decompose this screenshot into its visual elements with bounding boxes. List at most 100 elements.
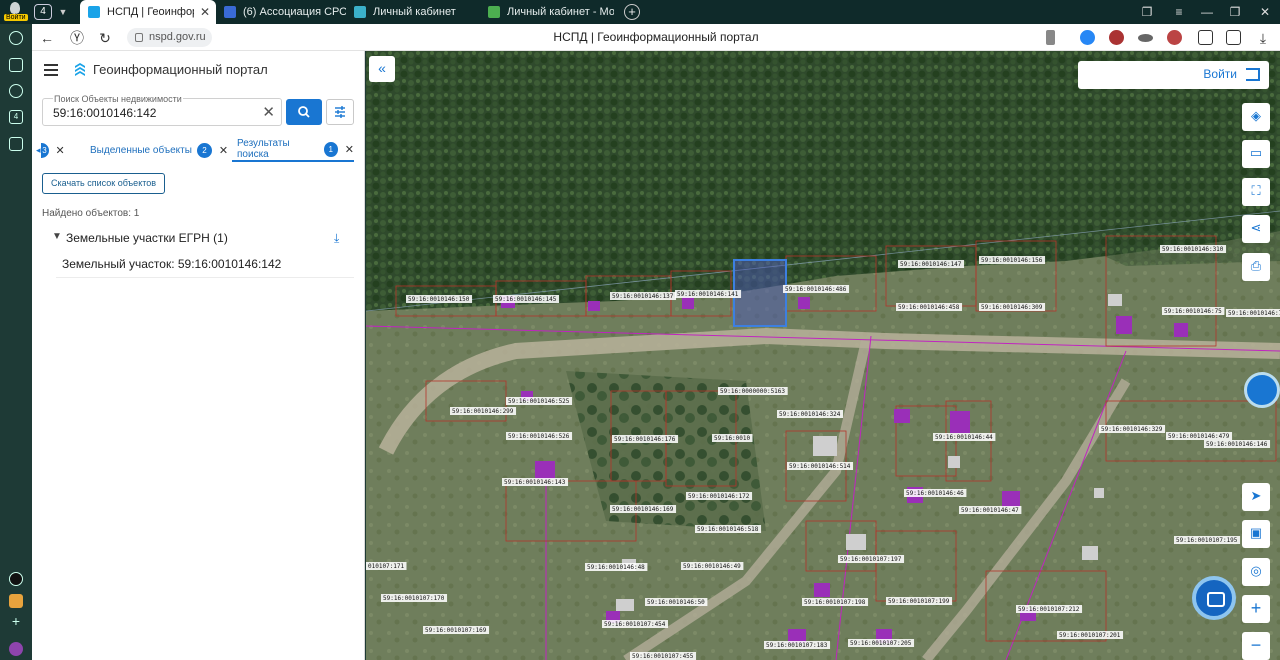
parcel-label[interactable]: 59:16:0010146:143: [504, 479, 566, 486]
tab-search-results[interactable]: Результаты поиска 1 ✕: [232, 138, 354, 162]
downloads-manager-icon[interactable]: [1226, 30, 1241, 45]
extension-icon[interactable]: [1109, 30, 1124, 45]
chevron-down-icon[interactable]: ▼: [52, 231, 62, 242]
parcel-label[interactable]: 59:16:0010146:169: [612, 506, 674, 513]
parcel-label[interactable]: 59:16:0010146:137: [612, 293, 674, 300]
parcel-label[interactable]: 59:16:0010146:329: [1101, 426, 1163, 433]
bookmark-page-icon[interactable]: [1046, 30, 1055, 45]
screenshot-icon[interactable]: [9, 137, 23, 151]
parcel-label[interactable]: 59:16:0010107:197: [840, 556, 902, 563]
parcel-label[interactable]: 59:16:0010146:145: [495, 296, 557, 303]
parcel-label[interactable]: 59:16:0010107:169: [425, 627, 487, 634]
parcel-label[interactable]: 59:16:0010146:146: [1206, 441, 1268, 448]
vk-extension-icon[interactable]: [1080, 30, 1095, 45]
parcel-label[interactable]: 59:16:0010146:150: [408, 296, 470, 303]
play-icon[interactable]: [9, 84, 23, 98]
tab-close-icon[interactable]: ✕: [200, 5, 210, 19]
group-header[interactable]: ▼ Земельные участки ЕГРН (1) ⤓: [52, 231, 352, 247]
parcel-label[interactable]: 59:16:0010146:525: [508, 398, 570, 405]
layers-button[interactable]: ◈: [1242, 103, 1270, 131]
zoom-out-button[interactable]: −: [1242, 632, 1270, 660]
filter-button[interactable]: [326, 99, 354, 125]
extensions-icon[interactable]: [1198, 30, 1213, 45]
download-icon[interactable]: ⤓: [1254, 29, 1272, 47]
collapse-panel-button[interactable]: «: [369, 56, 395, 82]
parcel-label[interactable]: 59:16:0010146:486: [785, 286, 847, 293]
parcel-label[interactable]: 59:16:0010146:172: [688, 493, 750, 500]
tab-previous[interactable]: ◂ 3 ✕: [36, 138, 65, 162]
geolocation-button[interactable]: ◎: [1242, 558, 1270, 586]
parcel-label[interactable]: 59:16:0010107:195: [1176, 537, 1238, 544]
collections-icon[interactable]: ❐: [1132, 0, 1162, 24]
yandex-icon[interactable]: Ⓨ: [68, 29, 86, 47]
tab-nspd[interactable]: НСПД | Геоинформаци ✕: [80, 0, 216, 24]
add-panel-icon[interactable]: +: [9, 614, 23, 630]
search-button[interactable]: [286, 99, 322, 125]
parcel-label[interactable]: 59:16:0010107:454: [604, 621, 666, 628]
parcel-label[interactable]: 59:16:0010107:183: [766, 642, 828, 649]
parcel-label[interactable]: 59:16:0010: [714, 435, 751, 442]
profile-button[interactable]: Войти: [3, 1, 29, 23]
extension-icon[interactable]: [1138, 34, 1153, 42]
parcel-label[interactable]: 59:16:0010146:324: [779, 411, 841, 418]
mail-icon[interactable]: [9, 594, 23, 608]
ruler-button[interactable]: ▭: [1242, 140, 1270, 168]
map-view[interactable]: 59:16:0010146:150 59:16:0010146:145 59:16:…: [366, 51, 1280, 660]
tab-cabinet[interactable]: Личный кабинет: [346, 0, 480, 24]
parcel-label[interactable]: 59:16:0010107:455: [632, 653, 694, 660]
menu-hamburger-icon[interactable]: [44, 64, 58, 76]
parcel-label[interactable]: 59:16:0010107:201: [1059, 632, 1121, 639]
support-chat-button[interactable]: [1192, 576, 1236, 620]
close-tab-icon[interactable]: ✕: [219, 144, 228, 157]
parcel-label[interactable]: 59:16:0010107:170: [383, 595, 445, 602]
reload-icon[interactable]: ↻: [96, 29, 114, 47]
url-field[interactable]: nspd.gov.ru: [127, 28, 212, 47]
parcel-label[interactable]: 59:16:0010146:176: [614, 436, 676, 443]
extension-icon[interactable]: [1167, 30, 1182, 45]
tab-list-chevron-icon[interactable]: ▼: [56, 4, 70, 20]
back-icon[interactable]: ←: [38, 29, 56, 47]
download-list-button[interactable]: Скачать список объектов: [42, 173, 166, 194]
bookmarks-icon[interactable]: [9, 58, 23, 72]
parcel-label[interactable]: 59:16:0010107:205: [850, 640, 912, 647]
notes-icon[interactable]: 4: [9, 110, 23, 124]
search-input[interactable]: [53, 106, 253, 120]
parcel-label[interactable]: 59:16:0010146:49: [683, 563, 741, 570]
tab-sro[interactable]: (6) Ассоциация СРО МСК: [216, 0, 346, 24]
close-window-icon[interactable]: ✕: [1250, 0, 1280, 24]
share-button[interactable]: ⋖: [1242, 215, 1270, 243]
minimap-button[interactable]: ▣: [1242, 520, 1270, 548]
tab-selected-objects[interactable]: Выделенные объекты 2 ✕: [90, 138, 228, 162]
parcel-label[interactable]: 59:16:0010146:299: [452, 408, 514, 415]
parcel-label[interactable]: 59:16:0010146:514: [789, 463, 851, 470]
maximize-icon[interactable]: ❐: [1220, 0, 1250, 24]
parcel-label[interactable]: 59:16:0010146:75: [1164, 308, 1222, 315]
history-icon[interactable]: [9, 31, 23, 45]
satellite-map[interactable]: 59:16:0010146:150 59:16:0010146:145 59:16:…: [366, 51, 1280, 660]
parcel-label[interactable]: 59:16:0010146:156: [981, 257, 1043, 264]
parcel-label[interactable]: 59:16:0010146:46: [906, 490, 964, 497]
menu-icon[interactable]: ≡: [1164, 0, 1194, 24]
parcel-label[interactable]: 59:16:0010146:147: [900, 261, 962, 268]
feedback-chat-button[interactable]: [1244, 372, 1280, 408]
select-area-button[interactable]: ⛶: [1242, 178, 1270, 206]
minimize-icon[interactable]: —: [1192, 0, 1222, 24]
parcel-label[interactable]: 59:16:0010107:198: [804, 599, 866, 606]
parcel-label[interactable]: 59:16:0000000:5163: [720, 388, 785, 395]
parcel-label[interactable]: 59:16:0010146:141: [677, 291, 739, 298]
parcel-label[interactable]: 010107:171: [368, 563, 405, 570]
tab-count-button[interactable]: 4: [34, 4, 52, 20]
locate-me-button[interactable]: ➤: [1242, 483, 1270, 511]
parcel-label[interactable]: 59:16:0010146:48: [587, 564, 645, 571]
parcel-label[interactable]: 59:16:0010146:526: [508, 433, 570, 440]
close-tab-icon[interactable]: ✕: [56, 144, 65, 157]
parcel-label[interactable]: 59:16:0010146:44: [935, 434, 993, 441]
print-button[interactable]: ⎙: [1242, 253, 1270, 281]
clear-search-icon[interactable]: ✕: [262, 103, 275, 121]
parcel-label[interactable]: 59:16:0010146:310: [1162, 246, 1224, 253]
selected-parcel-highlight[interactable]: [733, 259, 787, 327]
parcel-label[interactable]: 59:16:0010146:78: [1228, 310, 1280, 317]
parcel-label[interactable]: 59:16:0010146:458: [898, 304, 960, 311]
new-tab-button[interactable]: +: [624, 4, 640, 20]
assistant-icon[interactable]: [9, 642, 23, 656]
